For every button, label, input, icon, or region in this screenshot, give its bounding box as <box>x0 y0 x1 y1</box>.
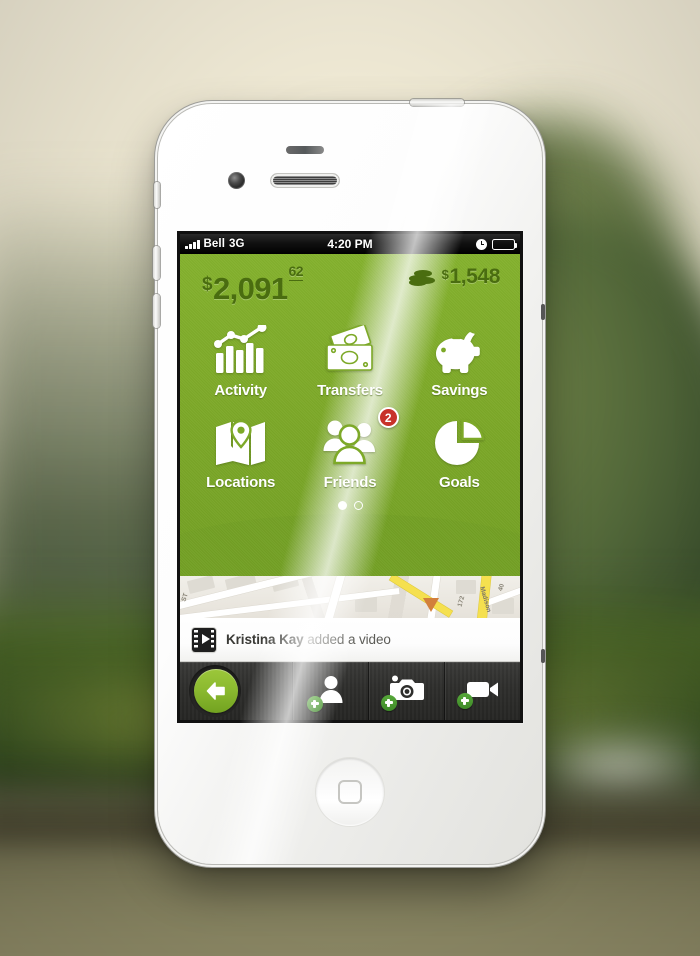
plus-badge-icon <box>456 692 473 709</box>
orange-map-marker[interactable] <box>423 598 439 612</box>
add-photo-button[interactable] <box>368 662 444 720</box>
piggy-bank-icon <box>430 321 488 379</box>
map-strip[interactable]: ST 172 40 Madison <box>180 576 520 618</box>
mute-switch[interactable] <box>154 182 160 208</box>
tile-goals-label: Goals <box>438 474 480 491</box>
signal-bars-icon <box>185 239 200 249</box>
tile-friends[interactable]: 2 Friends <box>295 407 404 497</box>
battery-icon <box>492 238 518 250</box>
bar-chart-trend-icon <box>213 321 269 379</box>
video-filmstrip-icon <box>192 627 216 652</box>
tile-locations-label: Locations <box>206 474 276 491</box>
tile-goals[interactable]: Goals <box>405 409 514 497</box>
scene-background: Bell 3G 4:20 PM $2,091 62 $ 1,548 Activi… <box>0 0 700 956</box>
carrier-name: Bell <box>203 238 225 250</box>
volume-up-button[interactable] <box>153 246 160 280</box>
balance-whole: 2,091 <box>212 271 288 306</box>
earpiece-speaker-icon <box>271 174 339 187</box>
pager-dot-2[interactable] <box>353 501 363 510</box>
bottom-toolbar <box>180 662 520 720</box>
status-bar-right <box>476 238 518 250</box>
tile-transfers-label: Transfers <box>317 382 383 399</box>
home-square-icon <box>338 780 362 804</box>
hero-curve-fill <box>180 514 520 576</box>
tile-friends-label: Friends <box>323 474 377 491</box>
tile-locations[interactable]: Locations <box>186 409 295 497</box>
tile-activity-label: Activity <box>214 382 267 399</box>
map-block <box>456 580 476 594</box>
plus-badge-icon <box>306 695 323 712</box>
status-bar-left: Bell 3G <box>185 238 245 250</box>
clock-icon <box>476 238 487 250</box>
back-button-area <box>180 662 292 720</box>
map-pin-icon <box>213 413 269 471</box>
notification-action: added a video <box>307 632 391 647</box>
front-camera-icon <box>228 172 245 189</box>
pager-dots <box>180 501 520 510</box>
video-camera-icon <box>456 677 500 709</box>
coins-balance[interactable]: $1,548 <box>408 265 501 289</box>
antenna-band-top <box>541 304 545 320</box>
tile-savings-label: Savings <box>431 382 488 399</box>
power-button[interactable] <box>410 99 464 106</box>
tile-transfers[interactable]: Transfers <box>295 317 404 405</box>
coins-stack-icon <box>408 267 435 287</box>
dashboard-hero-panel: $2,091 62 $1,548 Activity Transfers Savi… <box>180 254 520 576</box>
notification-text: Kristina Kay added a video <box>226 632 391 647</box>
balance-currency-symbol: $ <box>202 274 213 295</box>
notification-bar[interactable]: Kristina Kay added a video <box>180 618 520 662</box>
add-video-button[interactable] <box>444 662 520 720</box>
phone-screen: Bell 3G 4:20 PM $2,091 62 $ 1,548 Activi… <box>180 234 520 720</box>
tile-activity[interactable]: Activity <box>186 317 295 405</box>
friends-badge: 2 <box>377 407 399 428</box>
coins-currency-symbol: $ <box>441 267 449 282</box>
add-friend-button[interactable] <box>292 662 368 720</box>
back-button[interactable] <box>194 669 238 713</box>
arrow-left-icon <box>206 682 225 700</box>
status-bar: Bell 3G 4:20 PM <box>180 234 520 254</box>
antenna-band-bottom <box>541 649 545 663</box>
people-group-icon <box>321 413 379 471</box>
coins-amount: $1,548 <box>441 265 501 289</box>
pie-chart-icon <box>431 413 487 471</box>
plus-badge-icon <box>380 694 397 711</box>
volume-down-button[interactable] <box>153 294 160 328</box>
proximity-sensor-icon <box>286 146 324 154</box>
balance-row: $2,091 62 $1,548 <box>180 254 520 307</box>
tile-savings[interactable]: Savings <box>405 317 514 405</box>
network-type: 3G <box>229 238 245 250</box>
iphone-device: Bell 3G 4:20 PM $2,091 62 $ 1,548 Activi… <box>153 99 545 864</box>
pager-dot-1[interactable] <box>337 501 347 510</box>
camera-icon <box>380 675 424 711</box>
balance-cents: 62 <box>288 263 304 281</box>
person-icon <box>306 674 346 712</box>
cash-bills-icon <box>321 321 379 379</box>
coins-value: 1,548 <box>449 265 500 288</box>
dashboard-icon-grid: Activity Transfers Savings Locations 2 F… <box>180 307 520 497</box>
notification-author: Kristina Kay <box>226 632 304 647</box>
home-button[interactable] <box>316 758 384 826</box>
account-balance[interactable]: $2,091 62 <box>202 263 304 307</box>
